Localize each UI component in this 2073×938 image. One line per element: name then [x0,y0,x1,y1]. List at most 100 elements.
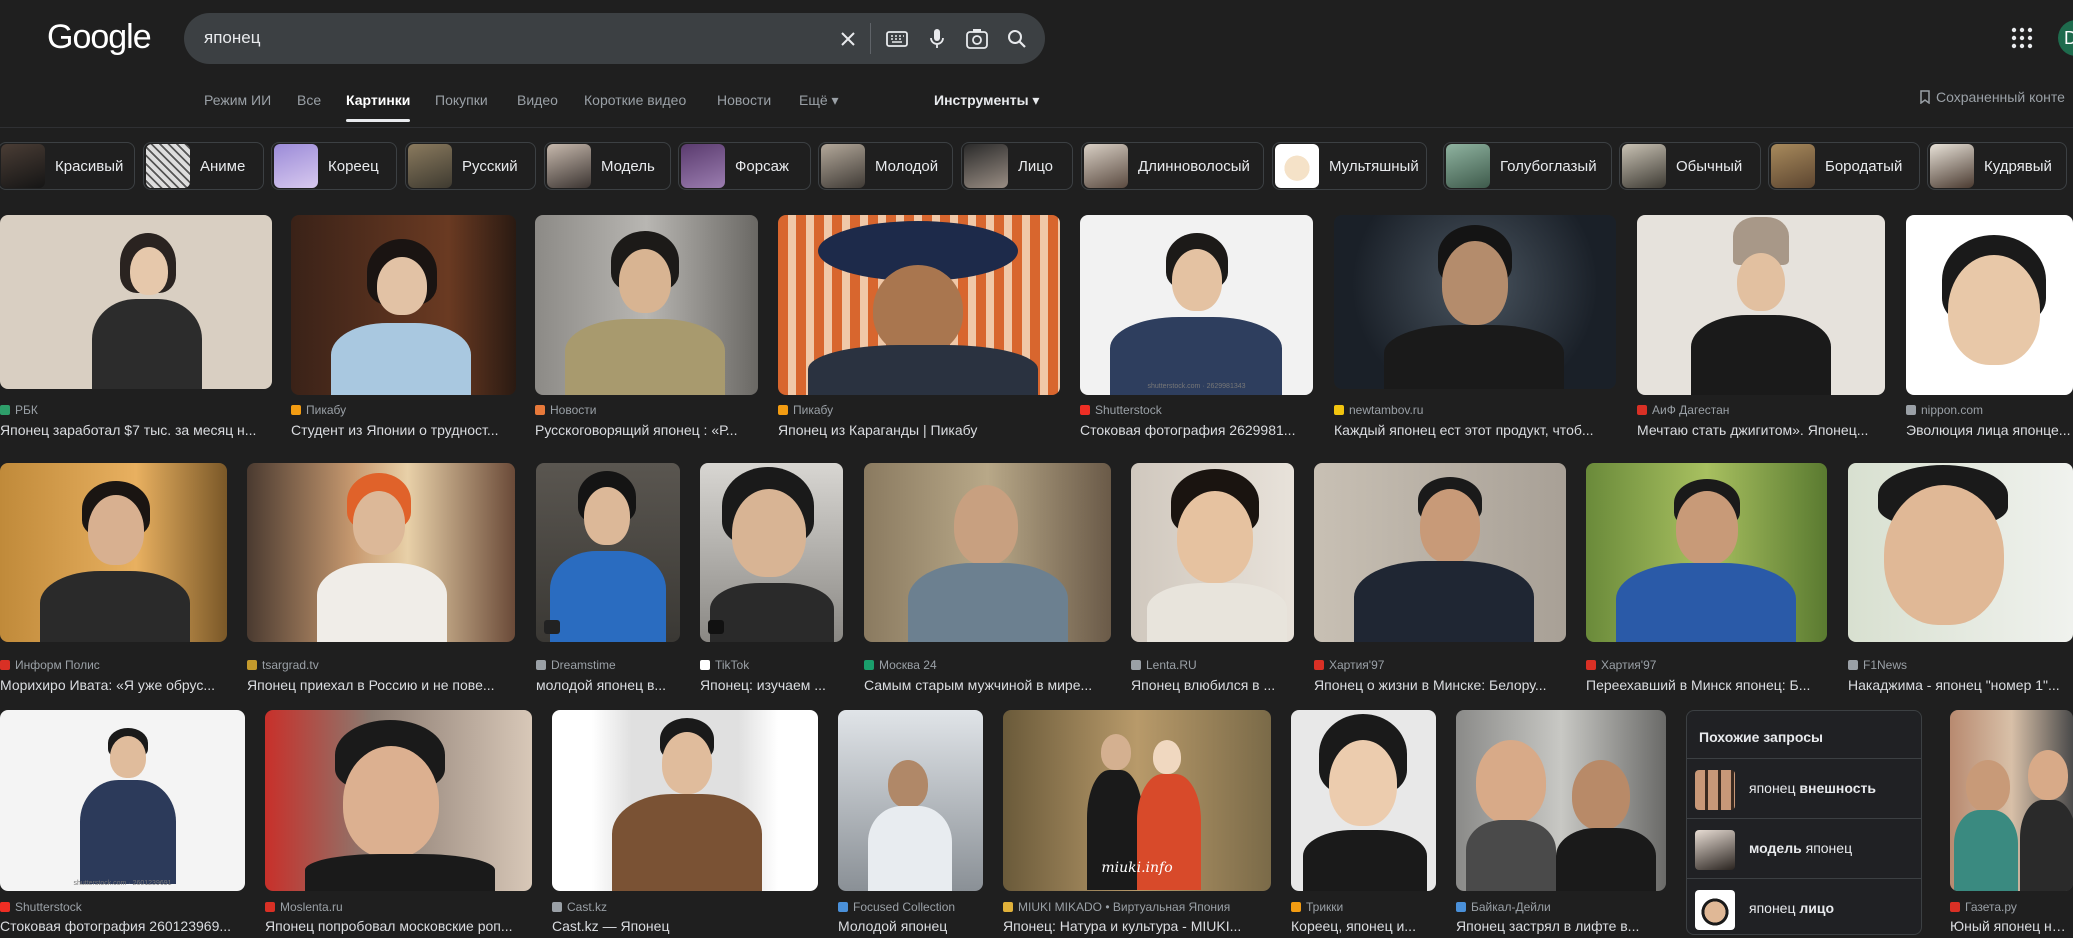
chip-anime[interactable]: Аниме [143,142,264,190]
result-image[interactable] [1291,710,1436,891]
result-title[interactable]: Японец попробовал московские роп... [265,918,532,934]
result-title[interactable]: Накаджима - японец "номер 1"... [1848,677,2073,693]
result-source[interactable]: Москва 24 [864,658,937,672]
result-source[interactable]: Трикки [1291,900,1343,914]
result-image[interactable] [0,215,272,389]
chip-multyashnyi[interactable]: Мультяшный [1272,142,1427,190]
result-title[interactable]: Японец заработал $7 тыс. за месяц н... [0,422,268,438]
search-box[interactable]: японец [184,13,1045,64]
result-image[interactable]: miuki.info [1003,710,1271,891]
result-title[interactable]: Японец приехал в Россию и не пове... [247,677,515,693]
result-source[interactable]: Пикабу [778,403,833,417]
chip-model[interactable]: Модель [544,142,671,190]
result-source[interactable]: Lenta.RU [1131,658,1197,672]
result-image[interactable] [778,215,1060,395]
microphone-icon[interactable] [924,26,950,52]
result-source[interactable]: Dreamstime [536,658,616,672]
result-image[interactable] [291,215,516,395]
result-title[interactable]: Русскоговорящий японец : «Р... [535,422,758,438]
keyboard-icon[interactable] [884,26,910,52]
result-title[interactable]: Молодой японец [838,918,983,934]
result-image[interactable] [0,463,227,642]
result-title[interactable]: Мечтаю стать джигитом». Японец... [1637,422,1885,438]
result-image[interactable] [265,710,532,891]
result-title[interactable]: Юный японец нач... [1950,918,2073,934]
result-source[interactable]: Пикабу [291,403,346,417]
chip-forsazh[interactable]: Форсаж [678,142,811,190]
chip-obychnyi[interactable]: Обычный [1619,142,1761,190]
result-image[interactable] [536,463,680,642]
result-image[interactable] [1131,463,1294,642]
result-source[interactable]: Байкал-Дейли [1456,900,1551,914]
result-source[interactable]: Хартия'97 [1314,658,1384,672]
related-search-item[interactable]: модель японец [1687,818,1921,878]
result-title[interactable]: Японец о жизни в Минске: Белору... [1314,677,1566,693]
result-image[interactable] [1586,463,1827,642]
result-title[interactable]: Студент из Японии о трудност... [291,422,516,438]
result-source[interactable]: tsargrad.tv [247,658,319,672]
result-image[interactable]: shutterstock.com · 2629981343 [1080,215,1313,395]
saved-content-link[interactable]: Сохраненный конте [1918,89,2065,105]
result-image[interactable] [1637,215,1885,395]
chip-litso[interactable]: Лицо [961,142,1073,190]
search-icon[interactable] [1004,26,1030,52]
result-source[interactable]: Cast.kz [552,900,607,914]
result-image[interactable] [1334,215,1616,389]
tab-short-videos[interactable]: Короткие видео [584,92,686,108]
tab-ai-mode[interactable]: Режим ИИ [204,92,271,108]
result-image[interactable] [535,215,758,395]
result-source[interactable]: Focused Collection [838,900,955,914]
tab-video[interactable]: Видео [517,92,558,108]
result-source[interactable]: Shutterstock [1080,403,1162,417]
result-source[interactable]: АиФ Дагестан [1637,403,1729,417]
result-source[interactable]: newtambov.ru [1334,403,1423,417]
chip-goluboglazyi[interactable]: Голубоглазый [1443,142,1612,190]
result-title[interactable]: Каждый японец ест этот продукт, чтоб... [1334,422,1616,438]
result-source[interactable]: TikTok [700,658,749,672]
camera-lens-icon[interactable] [964,26,990,52]
chip-molodoy[interactable]: Молодой [818,142,953,190]
result-image[interactable] [700,463,843,642]
result-source[interactable]: nippon.com [1906,403,1983,417]
result-source[interactable]: Хартия'97 [1586,658,1656,672]
result-title[interactable]: Кореец, японец и... [1291,918,1436,934]
result-title[interactable]: Самым старым мужчиной в мире... [864,677,1111,693]
related-search-item[interactable]: японец внешность [1687,758,1921,818]
related-search-item[interactable]: японец лицо [1687,878,1921,938]
result-title[interactable]: Японец застрял в лифте в... [1456,918,1666,934]
result-title[interactable]: Японец: изучаем ... [700,677,843,693]
chip-dlinnovolosyi[interactable]: Длинноволосый [1081,142,1264,190]
result-image[interactable] [1906,215,2073,395]
result-title[interactable]: молодой японец в... [536,677,680,693]
result-image[interactable] [1314,463,1566,642]
result-image[interactable] [864,463,1111,642]
result-source[interactable]: Газета.ру [1950,900,2017,914]
result-title[interactable]: Японец влюбился в ... [1131,677,1294,693]
result-title[interactable]: Стоковая фотография 2629981... [1080,422,1313,438]
result-image[interactable]: shutterstock.com · 2601239691 [0,710,245,891]
chip-russkiy[interactable]: Русский [405,142,536,190]
tools-dropdown[interactable]: Инструменты ▾ [934,92,1039,109]
result-image[interactable] [1848,463,2073,642]
chip-borodatyi[interactable]: Бородатый [1768,142,1920,190]
result-source[interactable]: MIUKI MIKADO • Виртуальная Япония [1003,900,1230,914]
tab-more[interactable]: Ещё ▾ [799,92,839,109]
apps-grid-icon[interactable] [2010,26,2034,50]
result-image[interactable] [1950,710,2073,891]
result-source[interactable]: Shutterstock [0,900,82,914]
tab-all[interactable]: Все [297,92,321,108]
tab-shopping[interactable]: Покупки [435,92,488,108]
result-title[interactable]: Стоковая фотография 260123969... [0,918,245,934]
result-title[interactable]: Японец из Караганды | Пикабу [778,422,1060,438]
result-image[interactable] [1456,710,1666,891]
result-title[interactable]: Cast.kz — Японец [552,918,818,934]
account-avatar[interactable]: D [2058,20,2073,56]
chip-koreets[interactable]: Кореец [271,142,397,190]
result-title[interactable]: Эволюция лица японце... [1906,422,2073,438]
google-logo[interactable]: Google [47,18,152,57]
chip-krasivyi[interactable]: Красивый [0,142,135,190]
clear-icon[interactable] [835,26,861,52]
result-source[interactable]: РБК [0,403,38,417]
result-title[interactable]: Морихиро Ивата: «Я уже обрус... [0,677,227,693]
tab-news[interactable]: Новости [717,92,771,108]
